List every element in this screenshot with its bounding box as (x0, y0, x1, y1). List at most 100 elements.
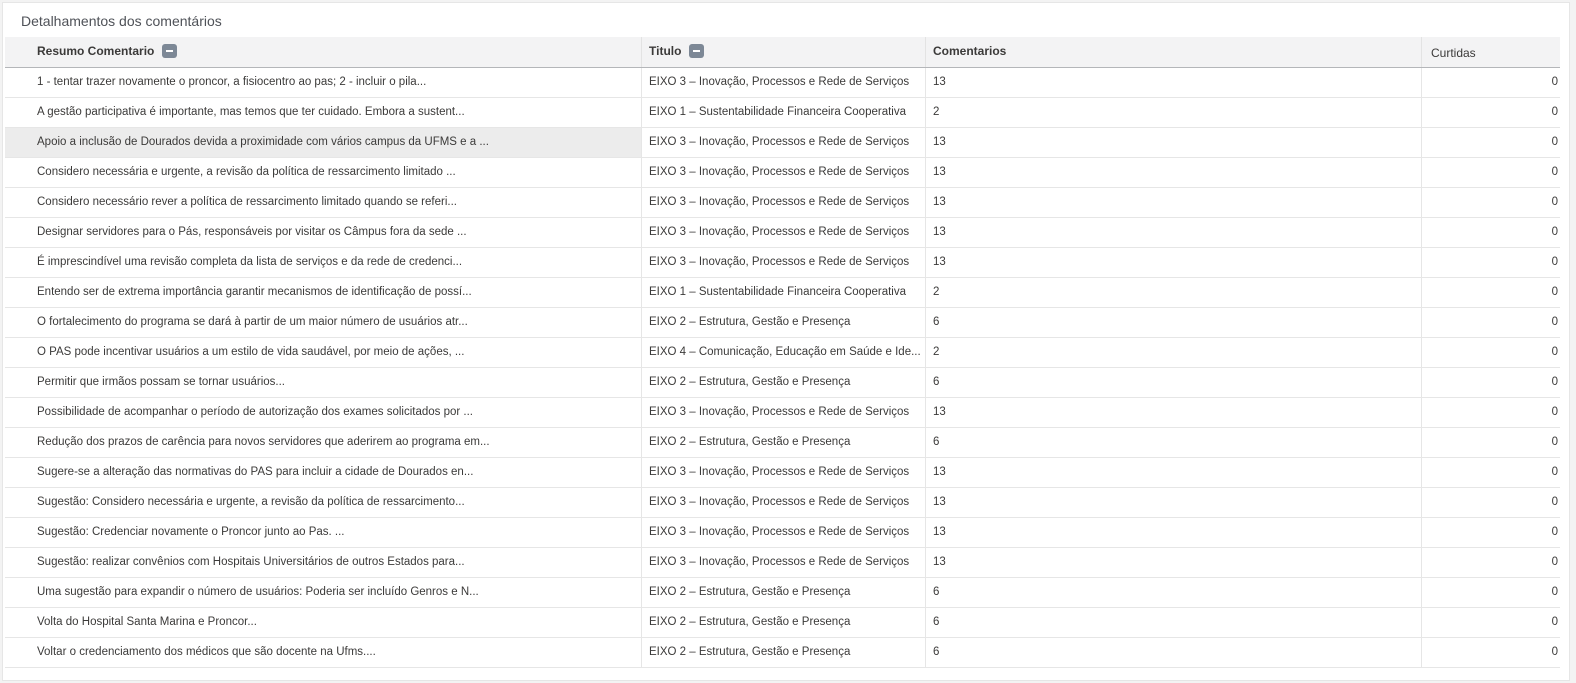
cell-curtidas[interactable]: 0 (1421, 338, 1560, 367)
cell-resumo[interactable]: Entendo ser de extrema importância garan… (5, 278, 641, 307)
table-row[interactable]: O PAS pode incentivar usuários a um esti… (5, 338, 1560, 368)
cell-curtidas[interactable]: 0 (1421, 428, 1560, 457)
cell-resumo[interactable]: Redução dos prazos de carência para novo… (5, 428, 641, 457)
cell-comentarios[interactable]: 2 (925, 278, 1421, 307)
cell-resumo[interactable]: Possibilidade de acompanhar o período de… (5, 398, 641, 427)
cell-resumo[interactable]: Sugestão: Credenciar novamente o Proncor… (5, 518, 641, 547)
cell-curtidas[interactable]: 0 (1421, 308, 1560, 337)
cell-titulo[interactable]: EIXO 3 – Inovação, Processos e Rede de S… (641, 248, 925, 277)
cell-comentarios[interactable]: 13 (925, 248, 1421, 277)
table-row[interactable]: Redução dos prazos de carência para novo… (5, 428, 1560, 458)
cell-curtidas[interactable]: 0 (1421, 398, 1560, 427)
cell-titulo[interactable]: EIXO 1 – Sustentabilidade Financeira Coo… (641, 98, 925, 127)
table-row[interactable]: Designar servidores para o Pás, responsá… (5, 218, 1560, 248)
cell-titulo[interactable]: EIXO 3 – Inovação, Processos e Rede de S… (641, 518, 925, 547)
cell-titulo[interactable]: EIXO 3 – Inovação, Processos e Rede de S… (641, 68, 925, 97)
cell-resumo[interactable]: Considero necessária e urgente, a revisã… (5, 158, 641, 187)
cell-resumo[interactable]: Sugestão: Considero necessária e urgente… (5, 488, 641, 517)
cell-resumo[interactable]: Considero necessário rever a política de… (5, 188, 641, 217)
cell-comentarios[interactable]: 13 (925, 188, 1421, 217)
cell-titulo[interactable]: EIXO 2 – Estrutura, Gestão e Presença (641, 638, 925, 667)
cell-comentarios[interactable]: 13 (925, 398, 1421, 427)
cell-titulo[interactable]: EIXO 3 – Inovação, Processos e Rede de S… (641, 128, 925, 157)
cell-curtidas[interactable]: 0 (1421, 218, 1560, 247)
column-header-comentarios[interactable]: Comentarios (925, 37, 1421, 67)
cell-curtidas[interactable]: 0 (1421, 548, 1560, 577)
cell-titulo[interactable]: EIXO 2 – Estrutura, Gestão e Presença (641, 608, 925, 637)
table-row[interactable]: Possibilidade de acompanhar o período de… (5, 398, 1560, 428)
cell-curtidas[interactable]: 0 (1421, 638, 1560, 667)
cell-comentarios[interactable]: 6 (925, 608, 1421, 637)
cell-resumo[interactable]: Designar servidores para o Pás, responsá… (5, 218, 641, 247)
cell-titulo[interactable]: EIXO 2 – Estrutura, Gestão e Presença (641, 308, 925, 337)
cell-resumo[interactable]: Sugere-se a alteração das normativas do … (5, 458, 641, 487)
cell-comentarios[interactable]: 2 (925, 338, 1421, 367)
table-row[interactable]: Considero necessária e urgente, a revisã… (5, 158, 1560, 188)
cell-titulo[interactable]: EIXO 3 – Inovação, Processos e Rede de S… (641, 398, 925, 427)
cell-titulo[interactable]: EIXO 2 – Estrutura, Gestão e Presença (641, 428, 925, 457)
cell-comentarios[interactable]: 13 (925, 518, 1421, 547)
cell-curtidas[interactable]: 0 (1421, 248, 1560, 277)
cell-resumo[interactable]: É imprescindível uma revisão completa da… (5, 248, 641, 277)
cell-resumo[interactable]: Apoio a inclusão de Dourados devida a pr… (5, 128, 641, 157)
cell-curtidas[interactable]: 0 (1421, 488, 1560, 517)
cell-curtidas[interactable]: 0 (1421, 368, 1560, 397)
table-row[interactable]: Volta do Hospital Santa Marina e Proncor… (5, 608, 1560, 638)
cell-resumo[interactable]: 1 - tentar trazer novamente o proncor, a… (5, 68, 641, 97)
cell-comentarios[interactable]: 6 (925, 578, 1421, 607)
cell-titulo[interactable]: EIXO 2 – Estrutura, Gestão e Presença (641, 578, 925, 607)
cell-resumo[interactable]: Voltar o credenciamento dos médicos que … (5, 638, 641, 667)
table-row[interactable]: Considero necessário rever a política de… (5, 188, 1560, 218)
cell-curtidas[interactable]: 0 (1421, 188, 1560, 217)
cell-comentarios[interactable]: 13 (925, 128, 1421, 157)
cell-titulo[interactable]: EIXO 3 – Inovação, Processos e Rede de S… (641, 188, 925, 217)
table-row[interactable]: Permitir que irmãos possam se tornar usu… (5, 368, 1560, 398)
cell-comentarios[interactable]: 13 (925, 218, 1421, 247)
cell-titulo[interactable]: EIXO 4 – Comunicação, Educação em Saúde … (641, 338, 925, 367)
table-row[interactable]: O fortalecimento do programa se dará à p… (5, 308, 1560, 338)
table-row[interactable]: Sugere-se a alteração das normativas do … (5, 458, 1560, 488)
cell-comentarios[interactable]: 6 (925, 368, 1421, 397)
table-row[interactable]: A gestão participativa é importante, mas… (5, 98, 1560, 128)
cell-curtidas[interactable]: 0 (1421, 458, 1560, 487)
collapse-icon[interactable] (689, 43, 705, 58)
cell-curtidas[interactable]: 0 (1421, 128, 1560, 157)
column-header-titulo[interactable]: Titulo (641, 37, 925, 67)
cell-comentarios[interactable]: 13 (925, 548, 1421, 577)
cell-resumo[interactable]: O fortalecimento do programa se dará à p… (5, 308, 641, 337)
cell-comentarios[interactable]: 6 (925, 428, 1421, 457)
table-row[interactable]: Uma sugestão para expandir o número de u… (5, 578, 1560, 608)
table-row[interactable]: Entendo ser de extrema importância garan… (5, 278, 1560, 308)
cell-resumo[interactable]: O PAS pode incentivar usuários a um esti… (5, 338, 641, 367)
collapse-icon[interactable] (162, 43, 178, 58)
cell-comentarios[interactable]: 13 (925, 68, 1421, 97)
cell-comentarios[interactable]: 13 (925, 158, 1421, 187)
cell-curtidas[interactable]: 0 (1421, 158, 1560, 187)
cell-comentarios[interactable]: 6 (925, 638, 1421, 667)
cell-curtidas[interactable]: 0 (1421, 578, 1560, 607)
cell-curtidas[interactable]: 0 (1421, 278, 1560, 307)
cell-titulo[interactable]: EIXO 3 – Inovação, Processos e Rede de S… (641, 158, 925, 187)
cell-titulo[interactable]: EIXO 3 – Inovação, Processos e Rede de S… (641, 458, 925, 487)
table-row[interactable]: Sugestão: Credenciar novamente o Proncor… (5, 518, 1560, 548)
cell-resumo[interactable]: Uma sugestão para expandir o número de u… (5, 578, 641, 607)
cell-resumo[interactable]: Sugestão: realizar convênios com Hospita… (5, 548, 641, 577)
table-row[interactable]: Sugestão: realizar convênios com Hospita… (5, 548, 1560, 578)
cell-resumo[interactable]: A gestão participativa é importante, mas… (5, 98, 641, 127)
cell-resumo[interactable]: Permitir que irmãos possam se tornar usu… (5, 368, 641, 397)
table-row[interactable]: Sugestão: Considero necessária e urgente… (5, 488, 1560, 518)
cell-comentarios[interactable]: 2 (925, 98, 1421, 127)
cell-titulo[interactable]: EIXO 3 – Inovação, Processos e Rede de S… (641, 548, 925, 577)
cell-titulo[interactable]: EIXO 3 – Inovação, Processos e Rede de S… (641, 218, 925, 247)
cell-titulo[interactable]: EIXO 1 – Sustentabilidade Financeira Coo… (641, 278, 925, 307)
cell-curtidas[interactable]: 0 (1421, 518, 1560, 547)
table-row[interactable]: É imprescindível uma revisão completa da… (5, 248, 1560, 278)
cell-curtidas[interactable]: 0 (1421, 608, 1560, 637)
column-header-curtidas[interactable]: Curtidas (1421, 39, 1560, 69)
cell-comentarios[interactable]: 13 (925, 488, 1421, 517)
cell-titulo[interactable]: EIXO 2 – Estrutura, Gestão e Presença (641, 368, 925, 397)
cell-comentarios[interactable]: 6 (925, 308, 1421, 337)
table-row[interactable]: 1 - tentar trazer novamente o proncor, a… (5, 68, 1560, 98)
table-row[interactable]: Apoio a inclusão de Dourados devida a pr… (5, 128, 1560, 158)
cell-titulo[interactable]: EIXO 3 – Inovação, Processos e Rede de S… (641, 488, 925, 517)
